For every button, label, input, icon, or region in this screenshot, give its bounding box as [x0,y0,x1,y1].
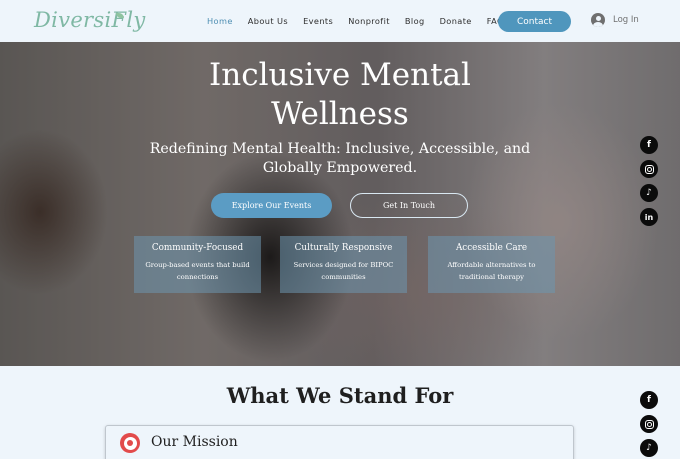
main-nav: Home About Us Events Nonprofit Blog Dona… [207,16,519,26]
feature-card-community: Community-Focused Group-based events tha… [134,236,261,293]
hero-social-bar: f ♪ in [640,136,658,226]
feature-card-title: Culturally Responsive [294,243,393,253]
nav-item-events[interactable]: Events [303,16,333,26]
hero-title-line-2: Wellness [271,96,409,132]
feature-card-culture: Culturally Responsive Services designed … [280,236,407,293]
nav-item-donate[interactable]: Donate [440,16,472,26]
nav-item-blog[interactable]: Blog [405,16,425,26]
contact-button[interactable]: Contact [498,11,571,32]
feature-card-text: Affordable alternatives to traditional t… [447,261,536,281]
target-icon [120,433,140,453]
feature-card-text: Services designed for BIPOC communities [293,261,394,281]
linkedin-icon[interactable]: in [640,208,658,226]
tiktok-icon[interactable]: ♪ [640,439,658,457]
mission-title: Our Mission [151,434,238,450]
user-avatar-icon [591,13,605,27]
mission-card: Our Mission [105,425,574,459]
logo-text: DiversiFly [34,8,146,32]
hero-section: Inclusive Mental Wellness Redefining Men… [0,42,680,366]
feature-card-title: Accessible Care [455,243,528,253]
get-in-touch-button[interactable]: Get In Touch [350,193,468,218]
feature-card-access: Accessible Care Affordable alternatives … [428,236,555,293]
facebook-icon[interactable]: f [640,136,658,154]
nav-item-home[interactable]: Home [207,16,233,26]
site-header: DiversiFly Home About Us Events Nonprofi… [0,0,680,42]
instagram-icon[interactable] [640,415,658,433]
hero-subtitle: Redefining Mental Health: Inclusive, Acc… [149,141,531,176]
hero-title: Inclusive Mental Wellness [0,56,680,134]
nav-item-about-us[interactable]: About Us [248,16,288,26]
tiktok-icon[interactable]: ♪ [640,184,658,202]
hero-title-line-1: Inclusive Mental [209,57,471,93]
login-label: Log In [613,15,639,25]
brand-logo[interactable]: DiversiFly [34,8,146,32]
section-title: What We Stand For [226,383,454,408]
facebook-icon[interactable]: f [640,391,658,409]
explore-events-button[interactable]: Explore Our Events [211,193,332,218]
footer-social-bar: f ♪ [640,391,658,457]
nav-item-nonprofit[interactable]: Nonprofit [348,16,390,26]
feature-card-title: Community-Focused [151,243,244,253]
login-button[interactable]: Log In [591,13,639,27]
instagram-icon[interactable] [640,160,658,178]
feature-card-text: Group-based events that build connection… [145,261,250,281]
